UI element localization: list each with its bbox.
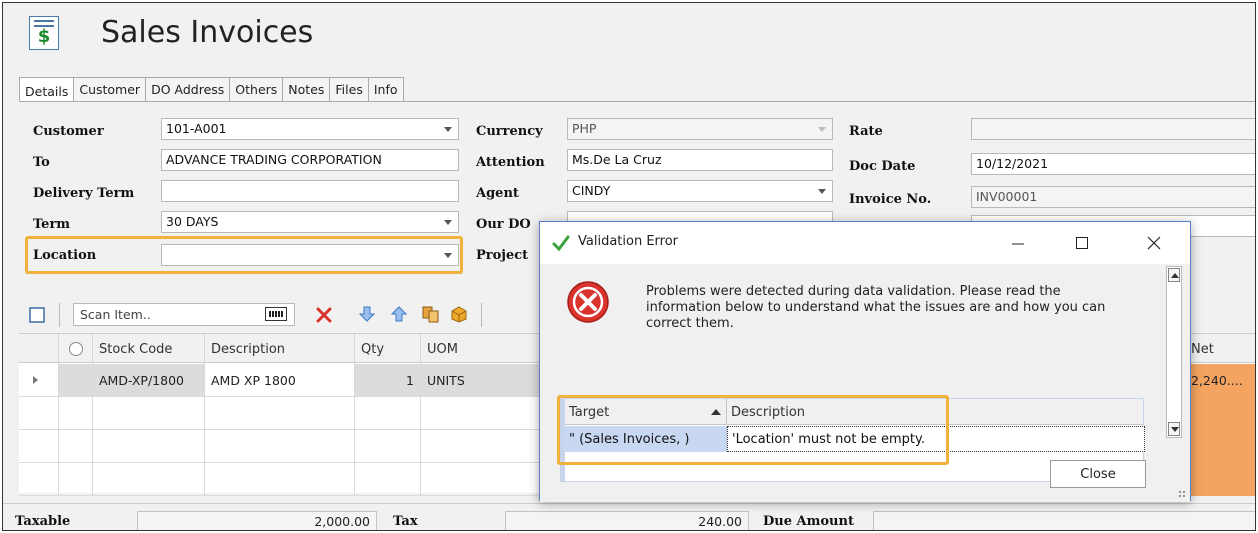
location-highlight-box bbox=[25, 236, 463, 274]
customer-select[interactable]: 101-A001 bbox=[161, 118, 459, 140]
tab-notes[interactable]: Notes bbox=[282, 77, 330, 102]
doc-date-field[interactable]: 10/12/2021 bbox=[971, 153, 1255, 175]
minimize-button[interactable] bbox=[996, 228, 1040, 258]
maximize-button[interactable] bbox=[1060, 228, 1104, 258]
row-select-cell[interactable] bbox=[59, 364, 93, 397]
tab-details[interactable]: Details bbox=[19, 77, 74, 104]
to-field[interactable]: ADVANCE TRADING CORPORATION bbox=[161, 149, 459, 171]
due-amount-label: Due Amount bbox=[763, 514, 854, 529]
row-pointer-icon bbox=[33, 376, 38, 384]
box-icon[interactable] bbox=[449, 305, 469, 323]
page-title: Sales Invoices bbox=[101, 15, 314, 50]
currency-label: Currency bbox=[476, 124, 543, 139]
currency-select[interactable]: PHP bbox=[567, 118, 833, 140]
tab-customer[interactable]: Customer bbox=[73, 77, 146, 102]
attention-label: Attention bbox=[476, 155, 545, 170]
tab-bar: Details Customer DO Address Others Notes… bbox=[19, 77, 404, 104]
invoice-dollar-icon: $ bbox=[29, 16, 59, 50]
dialog-title: Validation Error bbox=[578, 234, 679, 249]
copy-items-icon[interactable] bbox=[421, 304, 441, 324]
rate-label: Rate bbox=[849, 124, 883, 139]
chevron-down-icon bbox=[818, 189, 826, 194]
scroll-up-icon[interactable] bbox=[1168, 268, 1180, 282]
taxable-label: Taxable bbox=[15, 514, 71, 529]
close-icon bbox=[1147, 236, 1161, 250]
move-down-icon[interactable] bbox=[359, 305, 375, 323]
col-qty[interactable]: Qty bbox=[355, 334, 421, 364]
agent-select[interactable]: CINDY bbox=[567, 180, 833, 202]
project-label: Project bbox=[476, 248, 529, 263]
delivery-term-label: Delivery Term bbox=[33, 186, 135, 201]
checkmark-icon bbox=[552, 235, 570, 252]
tab-others[interactable]: Others bbox=[229, 77, 283, 102]
cell-net[interactable]: 2,240.... bbox=[1185, 364, 1255, 397]
toolbar-separator bbox=[59, 303, 60, 327]
agent-label: Agent bbox=[476, 186, 519, 201]
app-window: $ Sales Invoices Details Customer DO Add… bbox=[2, 2, 1256, 531]
minimize-icon bbox=[1012, 243, 1024, 245]
scan-item-input[interactable]: Scan Item.. bbox=[73, 303, 295, 326]
dialog-title-bar[interactable]: Validation Error bbox=[540, 222, 1190, 264]
invoice-no-label: Invoice No. bbox=[849, 192, 932, 207]
taxable-field[interactable]: 2,000.00 bbox=[137, 511, 377, 530]
resize-grip[interactable] bbox=[1178, 490, 1186, 498]
rate-field[interactable] bbox=[971, 118, 1255, 140]
term-select[interactable]: 30 DAYS bbox=[161, 211, 459, 233]
grid-select-all[interactable] bbox=[59, 334, 93, 364]
chevron-down-icon bbox=[818, 127, 826, 132]
cell-qty[interactable]: 1 bbox=[355, 364, 421, 397]
validation-error-dialog: Validation Error Problems were detected … bbox=[539, 221, 1191, 502]
cell-description[interactable]: AMD XP 1800 bbox=[205, 364, 355, 397]
tax-field[interactable]: 240.00 bbox=[505, 511, 749, 530]
col-net[interactable]: Net bbox=[1185, 334, 1255, 364]
customer-label: Customer bbox=[33, 124, 104, 139]
tab-info[interactable]: Info bbox=[367, 77, 404, 102]
maximize-icon bbox=[1076, 237, 1088, 249]
close-window-button[interactable] bbox=[1132, 228, 1176, 258]
totals-footer: Taxable 2,000.00 Tax 240.00 Due Amount bbox=[3, 503, 1255, 530]
move-up-icon[interactable] bbox=[391, 305, 407, 323]
tab-files[interactable]: Files bbox=[329, 77, 368, 102]
scroll-down-icon[interactable] bbox=[1168, 422, 1180, 436]
error-highlight-box bbox=[557, 395, 949, 465]
col-stock-code[interactable]: Stock Code bbox=[93, 334, 205, 364]
new-item-icon[interactable] bbox=[29, 307, 45, 323]
to-label: To bbox=[33, 155, 50, 170]
row-indicator bbox=[19, 364, 59, 397]
chevron-down-icon bbox=[444, 220, 452, 225]
tab-do-address[interactable]: DO Address bbox=[145, 77, 230, 102]
dialog-vertical-scrollbar[interactable] bbox=[1166, 266, 1182, 438]
grid-indicator-header bbox=[19, 334, 59, 364]
due-amount-field[interactable] bbox=[873, 511, 1255, 530]
chevron-down-icon bbox=[444, 127, 452, 132]
col-description[interactable]: Description bbox=[205, 334, 355, 364]
invoice-no-field[interactable]: INV00001 bbox=[971, 186, 1255, 208]
term-label: Term bbox=[33, 217, 71, 232]
dialog-message: Problems were detected during data valid… bbox=[646, 284, 1106, 331]
cell-stock-code[interactable]: AMD-XP/1800 bbox=[93, 364, 205, 397]
title-bar: $ Sales Invoices bbox=[3, 3, 1255, 63]
radio-circle-icon[interactable] bbox=[68, 341, 84, 357]
delivery-term-field[interactable] bbox=[161, 180, 459, 202]
tax-label: Tax bbox=[393, 514, 418, 529]
attention-field[interactable]: Ms.De La Cruz bbox=[567, 149, 833, 171]
delete-icon[interactable] bbox=[315, 306, 333, 324]
toolbar-separator bbox=[481, 303, 482, 327]
doc-date-label: Doc Date bbox=[849, 159, 916, 174]
error-icon bbox=[567, 281, 609, 323]
dialog-body: Problems were detected during data valid… bbox=[540, 264, 1190, 502]
barcode-icon[interactable] bbox=[265, 307, 287, 321]
close-button[interactable]: Close bbox=[1050, 460, 1146, 488]
our-do-label: Our DO bbox=[476, 217, 531, 232]
